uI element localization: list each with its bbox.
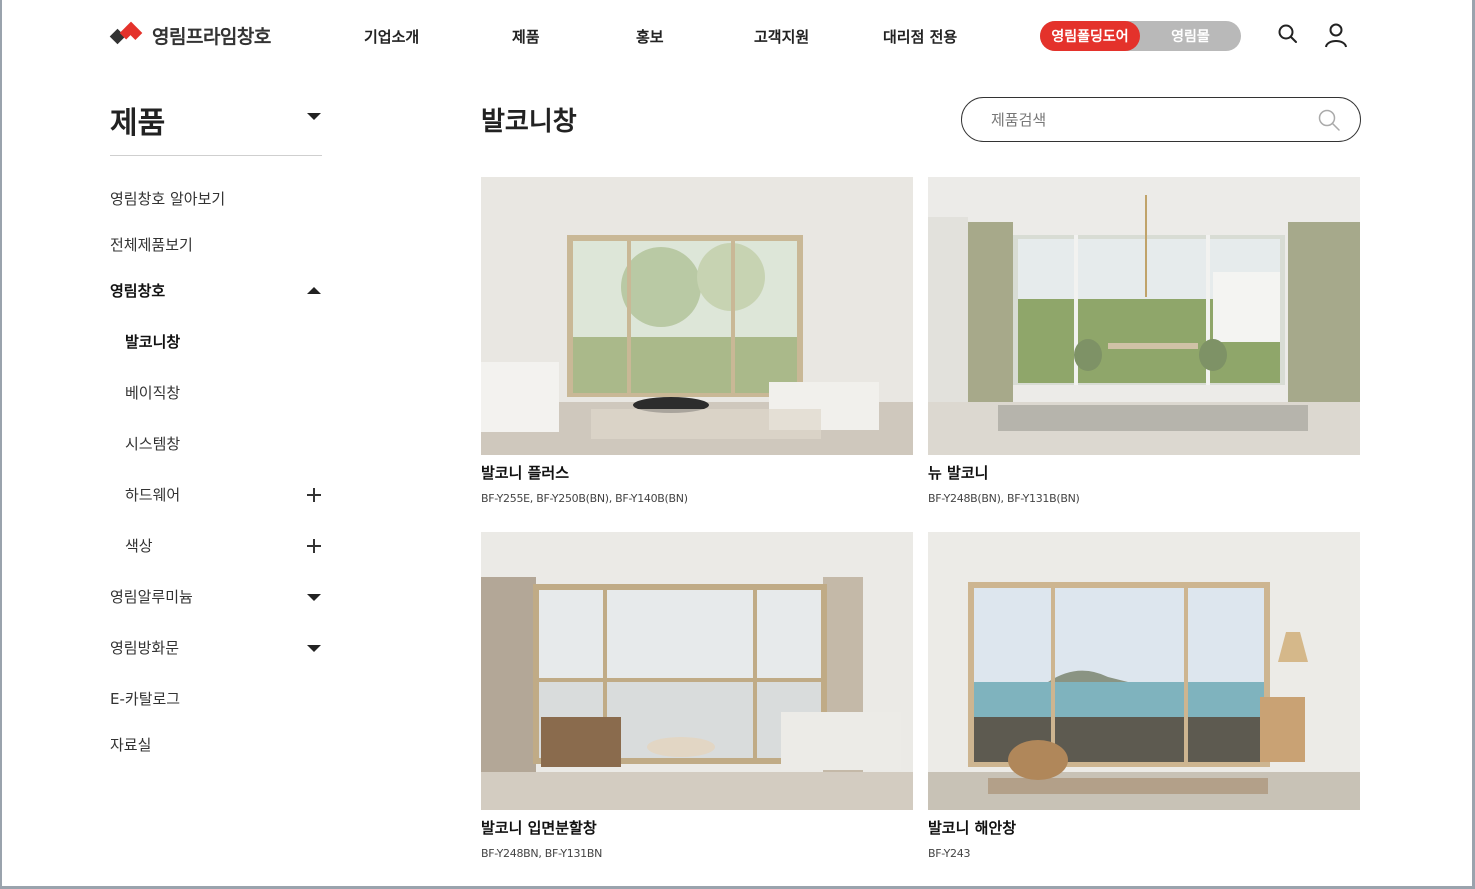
nav-dealer[interactable]: 대리점 전용	[883, 26, 957, 47]
product-image[interactable]	[481, 532, 913, 810]
window-frame-left	[0, 0, 2, 889]
product-name[interactable]: 뉴 발코니	[928, 462, 1360, 483]
chevron-up-icon[interactable]	[307, 287, 321, 294]
nav-support[interactable]: 고객지원	[754, 26, 809, 47]
product-name[interactable]: 발코니 입면분할창	[481, 817, 913, 838]
product-search	[961, 97, 1361, 142]
sidebar-item-fire-door[interactable]: 영림방화문	[110, 637, 179, 658]
chevron-down-icon[interactable]	[307, 113, 321, 120]
search-input[interactable]	[991, 108, 1311, 132]
plus-icon[interactable]	[307, 488, 321, 502]
product-code: BF-Y255E, BF-Y250B(BN), BF-Y140B(BN)	[481, 492, 688, 505]
product-name[interactable]: 발코니 해안창	[928, 817, 1360, 838]
site-header: 영림프라임창호 기업소개 제품 홍보 고객지원 대리점 전용 영림폴딩도어 영림…	[0, 0, 1475, 72]
nav-products[interactable]: 제품	[512, 26, 540, 47]
sidebar-subitem-color[interactable]: 색상	[125, 535, 153, 556]
sidebar-item-all-products[interactable]: 전체제품보기	[110, 234, 193, 255]
product-card[interactable]: 발코니 해안창 BF-Y243	[928, 532, 1360, 860]
sidebar-item-windows[interactable]: 영림창호	[110, 280, 165, 301]
product-image[interactable]	[481, 177, 913, 455]
user-icon[interactable]	[1323, 22, 1349, 48]
chevron-down-icon[interactable]	[307, 594, 321, 601]
brand-switch: 영림폴딩도어 영림몰	[1040, 21, 1241, 51]
site-logo[interactable]: 영림프라임창호	[109, 21, 271, 49]
product-card[interactable]: 발코니 입면분할창 BF-Y248BN, BF-Y131BN	[481, 532, 913, 860]
product-card[interactable]: 뉴 발코니 BF-Y248B(BN), BF-Y131B(BN)	[928, 177, 1360, 505]
sidebar-subitem-balcony[interactable]: 발코니창	[125, 331, 180, 352]
sidebar-subitem-system[interactable]: 시스템창	[125, 433, 180, 454]
sidebar-title: 제품	[110, 106, 166, 141]
logo-text: 영림프라임창호	[152, 26, 271, 48]
brand-switch-mall[interactable]: 영림몰	[1140, 21, 1241, 51]
page-title: 발코니창	[481, 107, 577, 137]
sidebar-item-about[interactable]: 영림창호 알아보기	[110, 188, 225, 209]
search-icon[interactable]	[1276, 22, 1302, 48]
product-name[interactable]: 발코니 플러스	[481, 462, 913, 483]
sidebar-divider	[110, 155, 322, 156]
product-image[interactable]	[928, 532, 1360, 810]
sidebar-item-aluminum[interactable]: 영림알루미늄	[110, 586, 193, 607]
brand-switch-folding-door[interactable]: 영림폴딩도어	[1040, 21, 1140, 51]
sidebar-subitem-basic[interactable]: 베이직창	[125, 382, 180, 403]
product-code: BF-Y243	[928, 847, 971, 860]
sidebar-subitem-hardware[interactable]: 하드웨어	[125, 484, 180, 505]
sidebar-item-ecatalog[interactable]: E-카탈로그	[110, 688, 180, 709]
nav-pr[interactable]: 홍보	[636, 26, 664, 47]
product-image[interactable]	[928, 177, 1360, 455]
plus-icon[interactable]	[307, 539, 321, 553]
product-code: BF-Y248BN, BF-Y131BN	[481, 847, 603, 860]
search-icon[interactable]	[1317, 108, 1341, 132]
logo-mark-icon	[109, 21, 146, 49]
product-code: BF-Y248B(BN), BF-Y131B(BN)	[928, 492, 1080, 505]
chevron-down-icon[interactable]	[307, 645, 321, 652]
product-card[interactable]: 발코니 플러스 BF-Y255E, BF-Y250B(BN), BF-Y140B…	[481, 177, 913, 505]
nav-company[interactable]: 기업소개	[364, 26, 419, 47]
sidebar-item-archive[interactable]: 자료실	[110, 734, 151, 755]
